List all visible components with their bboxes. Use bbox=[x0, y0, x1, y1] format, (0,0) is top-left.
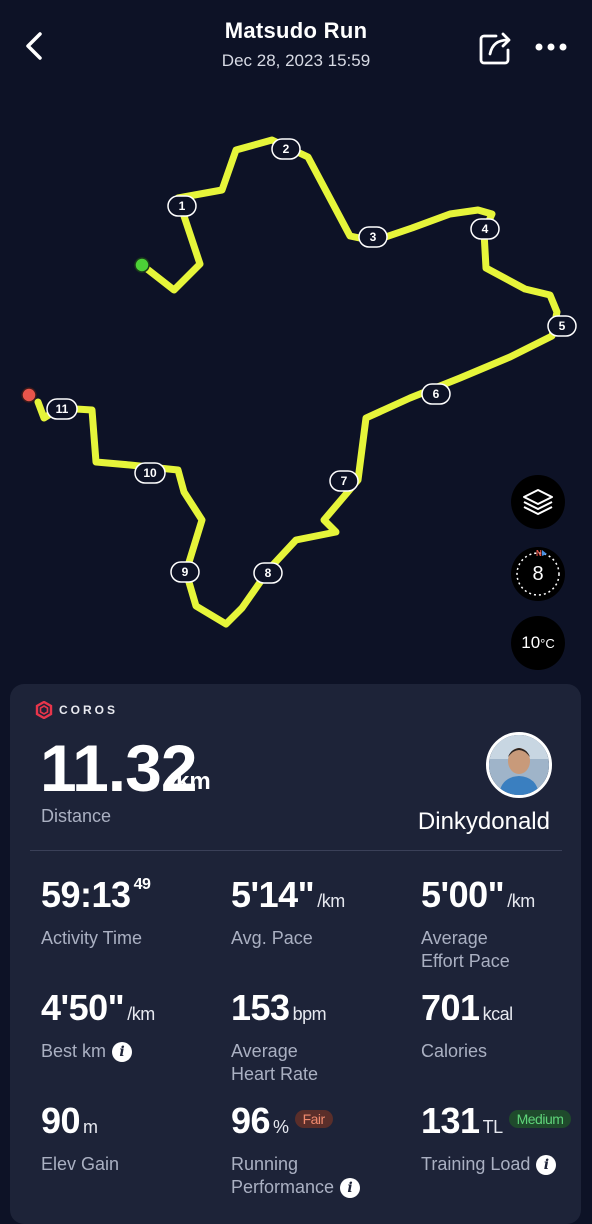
svg-text:8: 8 bbox=[265, 566, 272, 580]
avatar[interactable] bbox=[486, 732, 552, 798]
distance-unit: km bbox=[176, 768, 211, 795]
svg-text:3: 3 bbox=[370, 230, 377, 244]
performance-info-icon[interactable]: i bbox=[340, 1178, 361, 1199]
km-marker-10: 10 bbox=[134, 462, 166, 484]
map-layers-button[interactable] bbox=[511, 475, 565, 529]
svg-text:4: 4 bbox=[482, 222, 489, 236]
username[interactable]: Dinkydonald bbox=[418, 808, 550, 836]
svg-text:N: N bbox=[536, 549, 542, 558]
km-marker-6: 6 bbox=[421, 383, 451, 405]
start-marker bbox=[134, 257, 150, 273]
finish-marker bbox=[21, 387, 37, 403]
km-marker-9: 9 bbox=[170, 561, 200, 583]
km-marker-4: 4 bbox=[470, 218, 500, 240]
compass-button[interactable]: N 8 bbox=[511, 547, 565, 601]
distance-value: 11.32 bbox=[40, 731, 198, 805]
training-load-badge: Medium bbox=[508, 1110, 572, 1129]
svg-text:11: 11 bbox=[56, 402, 69, 416]
coros-logo: COROS bbox=[35, 701, 118, 719]
divider bbox=[30, 850, 562, 851]
svg-text:6: 6 bbox=[433, 387, 440, 401]
temperature-value: 10 bbox=[521, 633, 541, 652]
km-marker-2: 2 bbox=[271, 138, 301, 160]
svg-text:10: 10 bbox=[143, 466, 157, 480]
km-marker-5: 5 bbox=[547, 315, 577, 337]
coros-logo-icon bbox=[35, 701, 53, 719]
route-map-canvas: 1 2 3 4 5 6 7 8 9 10 11 bbox=[21, 136, 577, 628]
km-marker-1: 1 bbox=[167, 195, 197, 217]
km-marker-8: 8 bbox=[253, 562, 283, 584]
performance-badge: Fair bbox=[294, 1110, 333, 1129]
route-map[interactable]: 1 2 3 4 5 6 7 8 9 10 11 bbox=[0, 80, 592, 680]
svg-text:1: 1 bbox=[179, 199, 186, 213]
distance-label: Distance bbox=[41, 806, 112, 826]
km-marker-11: 11 bbox=[46, 398, 78, 420]
temperature-button[interactable]: 10 °C bbox=[511, 616, 565, 670]
km-marker-7: 7 bbox=[329, 470, 359, 492]
svg-text:2: 2 bbox=[283, 142, 290, 156]
coros-logo-text: COROS bbox=[59, 703, 119, 717]
temperature-unit: °C bbox=[540, 635, 555, 651]
svg-text:9: 9 bbox=[182, 565, 189, 579]
activity-summary-card: COROS 11.32 km Distance Dinkydonald 59:1… bbox=[10, 684, 581, 1224]
training-load-info-icon[interactable]: i bbox=[536, 1155, 557, 1176]
compass-value: 8 bbox=[532, 562, 544, 585]
svg-text:5: 5 bbox=[559, 319, 566, 333]
best-km-info-icon[interactable]: i bbox=[112, 1042, 133, 1063]
km-marker-3: 3 bbox=[358, 226, 388, 248]
route-path bbox=[34, 136, 561, 628]
user-avatar-image bbox=[489, 735, 549, 795]
svg-text:7: 7 bbox=[341, 474, 348, 488]
layers-icon bbox=[523, 489, 553, 515]
